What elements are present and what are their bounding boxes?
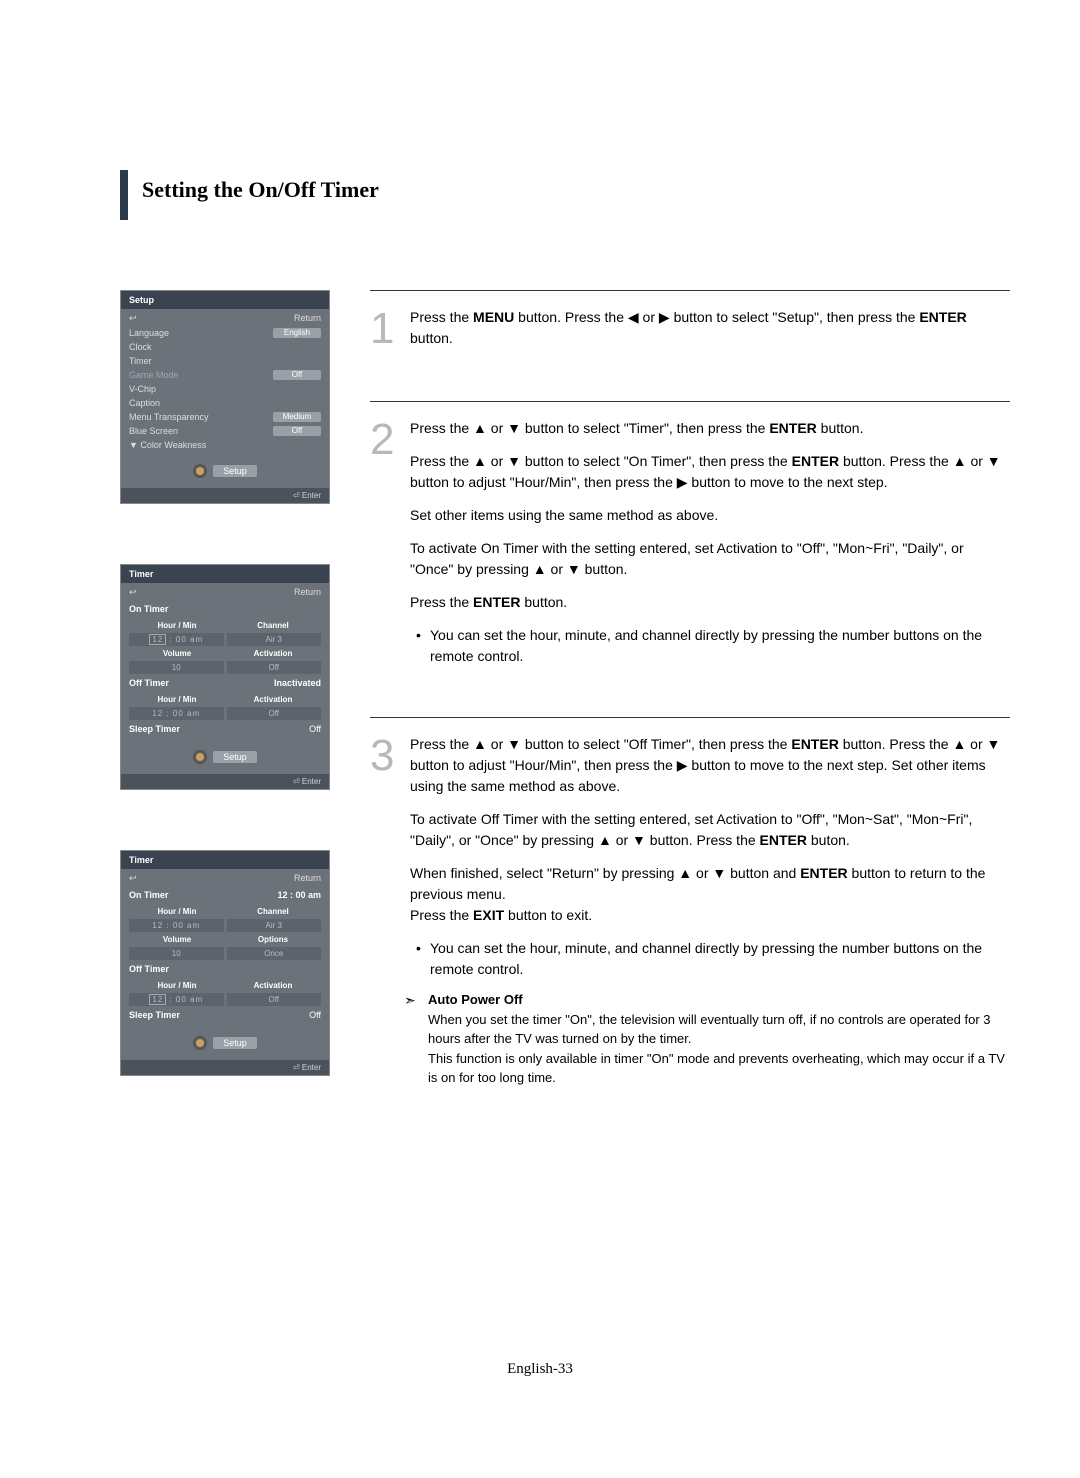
osd-timer-menu-2: Timer Return On Timer 12 : 00 am Hour / … <box>120 850 330 1076</box>
value-volume: 10 <box>129 947 224 960</box>
header-channel: Channel <box>225 904 321 919</box>
on-timer-section: On Timer <box>129 600 321 618</box>
menu-item-language: Language English <box>129 326 321 340</box>
osd-setup-menu: Setup Return Language English Clock Time… <box>120 290 330 504</box>
osd-title: Timer <box>121 851 329 869</box>
step-text: Press the ▲ or ▼ button to select "Off T… <box>410 734 1010 797</box>
menu-item-vchip: V-Chip <box>129 382 321 396</box>
step-text: Set other items using the same method as… <box>410 505 1010 526</box>
header-hourmin: Hour / Min <box>129 618 225 633</box>
menu-item-return: Return <box>129 585 321 600</box>
osd-footer-label: Setup <box>213 465 257 477</box>
step-text: Press the ENTER button. <box>410 592 1010 613</box>
sleep-timer-row: Sleep Timer Off <box>129 720 321 738</box>
sleep-timer-row: Sleep Timer Off <box>129 1006 321 1024</box>
step-text: To activate On Timer with the setting en… <box>410 538 1010 580</box>
header-channel: Channel <box>225 618 321 633</box>
value-volume: 10 <box>129 661 224 674</box>
header-activation: Activation <box>225 978 321 993</box>
value-time: 12 : 00 am <box>129 633 224 646</box>
value-time: 12 : 00 am <box>129 919 224 932</box>
step-bullet: You can set the hour, minute, and channe… <box>410 625 1010 667</box>
osd-timer-menu-1: Timer Return On Timer Hour / Min Channel… <box>120 564 330 790</box>
step-text: Press the MENU button. Press the ◀ or ▶ … <box>410 307 1010 349</box>
step-bullet: You can set the hour, minute, and channe… <box>410 938 1010 980</box>
value-activation: Off <box>224 993 322 1006</box>
note-title: Auto Power Off <box>428 990 1010 1010</box>
header-hourmin: Hour / Min <box>129 904 225 919</box>
page-title: Setting the On/Off Timer <box>120 170 1010 220</box>
menu-item-clock: Clock <box>129 340 321 354</box>
note-text: This function is only available in timer… <box>428 1049 1010 1088</box>
step-number: 2 <box>370 418 398 677</box>
header-activation: Activation <box>225 646 321 661</box>
menu-item-bluescreen: Blue Screen Off <box>129 424 321 438</box>
enter-hint: Enter <box>121 488 329 503</box>
menu-item-colorweakness: ▼ Color Weakness <box>129 438 321 452</box>
value-channel: Air 3 <box>224 919 322 932</box>
header-hourmin: Hour / Min <box>129 978 225 993</box>
menu-item-transparency: Menu Transparency Medium <box>129 410 321 424</box>
value-options: Once <box>224 947 322 960</box>
enter-hint: Enter <box>121 774 329 789</box>
step-number: 1 <box>370 307 398 361</box>
header-volume: Volume <box>129 932 225 947</box>
step-2: 2 Press the ▲ or ▼ button to select "Tim… <box>370 401 1010 717</box>
value-time: 12 : 00 am <box>129 707 224 720</box>
header-volume: Volume <box>129 646 225 661</box>
note-text: When you set the timer "On", the televis… <box>428 1010 1010 1049</box>
menu-item-gamemode: Game Mode Off <box>129 368 321 382</box>
value-activation: Off <box>224 707 322 720</box>
value-activation: Off <box>224 661 322 674</box>
osd-title: Timer <box>121 565 329 583</box>
header-activation: Activation <box>225 692 321 707</box>
page-number: English-33 <box>0 1361 1080 1378</box>
osd-footer-label: Setup <box>213 1037 257 1049</box>
value-channel: Air 3 <box>224 633 322 646</box>
gear-icon <box>193 750 207 764</box>
header-options: Options <box>225 932 321 947</box>
enter-hint: Enter <box>121 1060 329 1075</box>
step-text: To activate Off Timer with the setting e… <box>410 809 1010 851</box>
step-number: 3 <box>370 734 398 1088</box>
gear-icon <box>193 464 207 478</box>
auto-power-off-note: Auto Power Off When you set the timer "O… <box>410 990 1010 1088</box>
on-timer-section: On Timer 12 : 00 am <box>129 886 321 904</box>
step-text: When finished, select "Return" by pressi… <box>410 863 1010 926</box>
menu-item-timer: Timer <box>129 354 321 368</box>
value-time: 12 : 00 am <box>129 993 224 1006</box>
menu-item-caption: Caption <box>129 396 321 410</box>
off-timer-section: Off Timer Inactivated <box>129 674 321 692</box>
off-timer-section: Off Timer <box>129 960 321 978</box>
step-3: 3 Press the ▲ or ▼ button to select "Off… <box>370 717 1010 1128</box>
step-text: Press the ▲ or ▼ button to select "On Ti… <box>410 451 1010 493</box>
step-1: 1 Press the MENU button. Press the ◀ or … <box>370 290 1010 401</box>
header-hourmin: Hour / Min <box>129 692 225 707</box>
menu-item-return: Return <box>129 871 321 886</box>
osd-footer-label: Setup <box>213 751 257 763</box>
gear-icon <box>193 1036 207 1050</box>
step-text: Press the ▲ or ▼ button to select "Timer… <box>410 418 1010 439</box>
menu-item-return: Return <box>129 311 321 326</box>
osd-title: Setup <box>121 291 329 309</box>
